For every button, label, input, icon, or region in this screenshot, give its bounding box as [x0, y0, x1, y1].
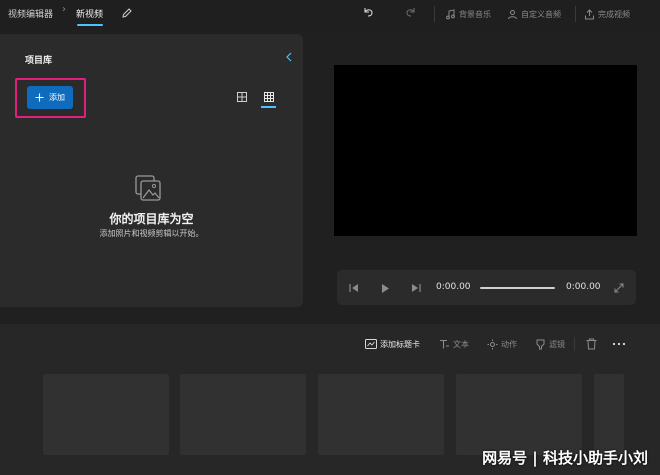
motion-icon [487, 339, 498, 350]
add-title-card-label: 添加标题卡 [380, 339, 420, 349]
custom-audio-button[interactable]: 自定义音频 [507, 6, 561, 22]
custom-audio-icon [507, 9, 518, 20]
breadcrumb-video-editor[interactable]: 视频编辑器 [8, 7, 53, 20]
grid-large-icon [237, 92, 247, 102]
add-title-card-button[interactable]: 添加标题卡 [365, 336, 420, 352]
view-selected-indicator [261, 106, 276, 108]
grid-small-icon [264, 92, 274, 102]
toolbar-divider [575, 6, 576, 22]
filter-button[interactable]: 滤镜 [535, 336, 565, 352]
motion-label: 动作 [501, 339, 517, 349]
playback-bar: 0:00.00 0:00.00 [337, 270, 636, 305]
redo-icon[interactable] [405, 6, 417, 18]
background-music-button[interactable]: 背景音乐 [445, 6, 491, 22]
library-title: 项目库 [25, 56, 53, 66]
small-grid-view-button[interactable] [262, 90, 276, 104]
text-label: 文本 [453, 339, 469, 349]
plus-icon [35, 93, 44, 102]
active-tab-indicator [77, 24, 103, 26]
title-card-icon [365, 339, 377, 349]
filter-label: 滤镜 [549, 339, 565, 349]
top-bar: 视频编辑器 › 新视频 背景音乐 自定义音频 完成视频 [0, 0, 660, 30]
breadcrumb-separator-icon: › [62, 4, 66, 15]
storyboard-slot[interactable] [594, 374, 624, 455]
undo-icon[interactable] [362, 6, 374, 18]
storyboard-slot[interactable] [43, 374, 169, 455]
finish-video-button[interactable]: 完成视频 [584, 6, 630, 22]
more-icon[interactable] [612, 338, 626, 350]
play-icon[interactable] [378, 281, 392, 295]
skip-forward-icon[interactable] [409, 281, 423, 295]
music-icon [445, 8, 456, 20]
project-library-panel: 项目库 添加 你的项目库为空 添加照片和视频剪辑以开始。 [0, 34, 303, 307]
watermark: 网易号 | 科技小助手小刘 [482, 449, 648, 467]
edit-icon[interactable] [121, 7, 133, 19]
collapse-chevron-icon[interactable] [285, 52, 293, 62]
skip-back-icon[interactable] [346, 281, 360, 295]
text-icon [439, 339, 450, 350]
finish-video-label: 完成视频 [598, 9, 630, 19]
tab-new-video[interactable]: 新视频 [76, 7, 103, 20]
video-preview [334, 65, 637, 236]
add-button-label: 添加 [49, 93, 65, 102]
fullscreen-icon[interactable] [612, 281, 626, 295]
storyboard-slot[interactable] [318, 374, 444, 455]
playback-scrubber[interactable] [480, 287, 555, 289]
current-time: 0:00.00 [436, 282, 471, 292]
storyboard-slot[interactable] [456, 374, 582, 455]
total-time: 0:00.00 [566, 282, 601, 292]
large-grid-view-button[interactable] [235, 90, 249, 104]
motion-button[interactable]: 动作 [487, 336, 517, 352]
filter-icon [535, 339, 546, 350]
text-button[interactable]: 文本 [439, 336, 469, 352]
add-button[interactable]: 添加 [27, 86, 73, 109]
storyboard-slot[interactable] [180, 374, 306, 455]
empty-library-title: 你的项目库为空 [109, 212, 194, 226]
storyboard-divider [574, 337, 575, 351]
empty-media-icon [134, 174, 162, 202]
toolbar-divider [434, 6, 435, 22]
empty-library-subtitle: 添加照片和视频剪辑以开始。 [99, 229, 204, 238]
delete-icon[interactable] [586, 338, 597, 350]
background-music-label: 背景音乐 [459, 9, 491, 19]
custom-audio-label: 自定义音频 [521, 9, 561, 19]
export-icon [584, 8, 595, 20]
